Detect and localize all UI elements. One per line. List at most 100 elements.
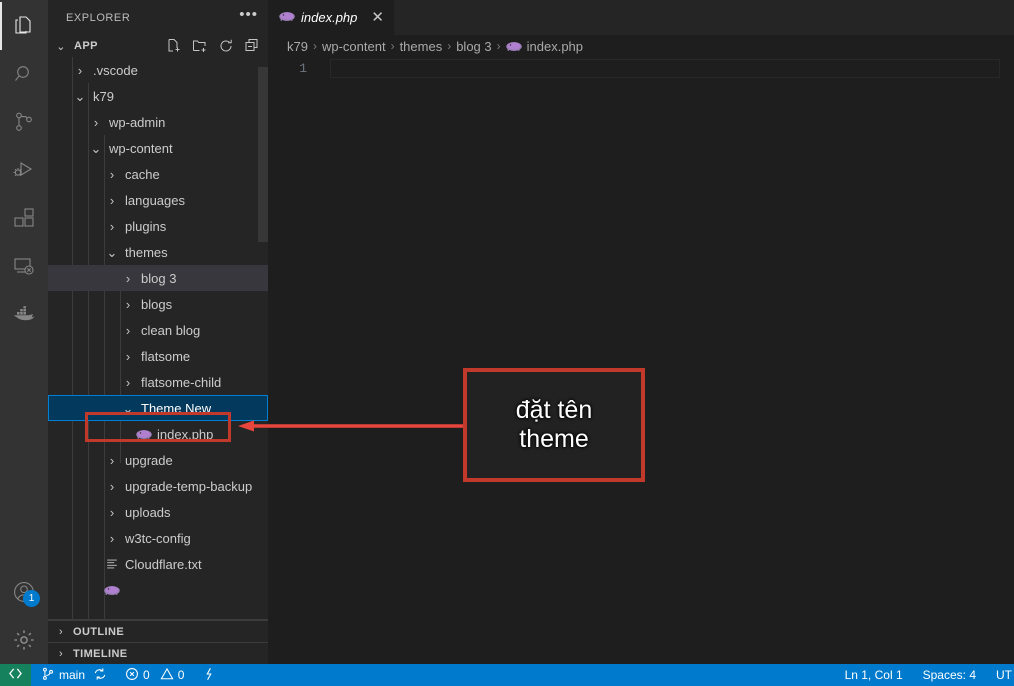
tree-row-cache[interactable]: › cache bbox=[48, 161, 268, 187]
file-tree[interactable]: › .vscode ⌄ k79 › wp-admin ⌄ wp-content › cache › l… bbox=[48, 57, 268, 619]
editor-tab-label: index.php bbox=[301, 10, 358, 25]
chevron-right-icon[interactable]: › bbox=[104, 454, 120, 467]
chevron-right-icon[interactable]: › bbox=[104, 220, 120, 233]
status-branch[interactable]: main bbox=[31, 664, 113, 686]
tree-row-label: uploads bbox=[125, 504, 171, 520]
panel-label-outline: OUTLINE bbox=[73, 625, 125, 638]
chevron-right-icon[interactable]: › bbox=[120, 324, 136, 337]
tree-row-upgrade-temp-backup[interactable]: › upgrade-temp-backup bbox=[48, 473, 268, 499]
chevron-right-icon[interactable]: › bbox=[120, 350, 136, 363]
tree-row-languages[interactable]: › languages bbox=[48, 187, 268, 213]
tree-row-wp-admin[interactable]: › wp-admin bbox=[48, 109, 268, 135]
status-indentation[interactable]: Spaces: 4 bbox=[917, 664, 990, 686]
refresh-icon[interactable] bbox=[218, 38, 234, 54]
tree-row-uploads[interactable]: › uploads bbox=[48, 499, 268, 525]
tree-row-label: upgrade-temp-backup bbox=[125, 478, 253, 494]
search-icon bbox=[12, 62, 36, 86]
tree-row-label: clean blog bbox=[141, 322, 201, 338]
activity-item-remote-explorer[interactable] bbox=[0, 242, 48, 290]
tree-row-clean-blog[interactable]: › clean blog bbox=[48, 317, 268, 343]
code-editor[interactable]: 1 bbox=[268, 57, 1014, 664]
chevron-right-icon[interactable]: › bbox=[120, 376, 136, 389]
chevron-right-icon[interactable]: › bbox=[104, 532, 120, 545]
status-problems[interactable]: 0 0 bbox=[113, 664, 190, 686]
run-debug-icon bbox=[12, 158, 36, 182]
activity-item-settings[interactable] bbox=[0, 616, 48, 664]
chevron-right-icon[interactable]: › bbox=[88, 116, 104, 129]
breadcrumb-separator: › bbox=[312, 39, 317, 53]
tree-row-upgrade[interactable]: › upgrade bbox=[48, 447, 268, 473]
tab-bar-filler bbox=[394, 0, 1014, 35]
chevron-right-icon[interactable]: › bbox=[104, 480, 120, 493]
tree-row-w3tc-config[interactable]: › w3tc-config bbox=[48, 525, 268, 551]
status-bar: main 0 0 Ln 1, Col 1 Spaces: 4 UT bbox=[0, 664, 1014, 686]
close-icon[interactable]: ✕ bbox=[371, 10, 384, 25]
tree-row-label: blogs bbox=[141, 296, 173, 312]
tree-row--vscode[interactable]: › .vscode bbox=[48, 57, 268, 83]
sidebar-title-bar: EXPLORER ••• bbox=[48, 0, 268, 35]
status-encoding[interactable]: UT bbox=[990, 664, 1014, 686]
gear-icon bbox=[11, 627, 37, 653]
line-number: 1 bbox=[299, 61, 307, 76]
status-ports[interactable] bbox=[190, 664, 222, 686]
sync-icon[interactable] bbox=[93, 667, 107, 684]
sidebar-more-actions-icon[interactable]: ••• bbox=[239, 7, 258, 26]
tree-row-wp-content[interactable]: ⌄ wp-content bbox=[48, 135, 268, 161]
explorer-section-header-app[interactable]: ⌄ APP bbox=[48, 35, 268, 57]
chevron-down-icon: ⌄ bbox=[56, 40, 66, 53]
chevron-right-icon[interactable]: › bbox=[120, 272, 136, 285]
activity-item-accounts[interactable]: 1 bbox=[0, 568, 48, 616]
tree-row-themes[interactable]: ⌄ themes bbox=[48, 239, 268, 265]
panel-label-timeline: TIMELINE bbox=[73, 647, 128, 660]
activity-item-search[interactable] bbox=[0, 50, 48, 98]
chevron-down-icon[interactable]: ⌄ bbox=[88, 142, 104, 155]
activity-item-extensions[interactable] bbox=[0, 194, 48, 242]
breadcrumb-item-1[interactable]: wp-content bbox=[322, 39, 386, 54]
activity-item-explorer[interactable] bbox=[0, 2, 48, 50]
chevron-right-icon[interactable]: › bbox=[104, 506, 120, 519]
tree-row-k79[interactable]: ⌄ k79 bbox=[48, 83, 268, 109]
collapse-all-icon[interactable] bbox=[244, 38, 260, 54]
current-line-highlight[interactable] bbox=[330, 59, 1000, 78]
new-folder-icon[interactable] bbox=[192, 38, 208, 54]
breadcrumb-item-3[interactable]: blog 3 bbox=[456, 39, 491, 54]
tree-row-clipped[interactable] bbox=[48, 577, 268, 603]
extensions-icon bbox=[12, 206, 36, 230]
tree-row-blog-3[interactable]: › blog 3 bbox=[48, 265, 268, 291]
status-remote-host[interactable] bbox=[0, 664, 31, 686]
tree-row-cloudflare-txt[interactable]: Cloudflare.txt bbox=[48, 551, 268, 577]
editor-tab-index-php[interactable]: index.php ✕ bbox=[268, 0, 395, 35]
breadcrumb-item-0[interactable]: k79 bbox=[287, 39, 308, 54]
activity-item-run-debug[interactable] bbox=[0, 146, 48, 194]
php-icon bbox=[279, 10, 295, 25]
tree-row-flatsome-child[interactable]: › flatsome-child bbox=[48, 369, 268, 395]
breadcrumb-item-2[interactable]: themes bbox=[400, 39, 443, 54]
chevron-right-icon[interactable]: › bbox=[120, 298, 136, 311]
activity-item-source-control[interactable] bbox=[0, 98, 48, 146]
tree-row-label: cache bbox=[125, 166, 160, 182]
breadcrumb-item-4[interactable]: index.php bbox=[527, 39, 583, 54]
annotation-arrow bbox=[238, 420, 464, 432]
chevron-right-icon[interactable]: › bbox=[72, 64, 88, 77]
tree-row-flatsome[interactable]: › flatsome bbox=[48, 343, 268, 369]
chevron-down-icon[interactable]: ⌄ bbox=[104, 246, 120, 259]
panel-header-timeline[interactable]: › TIMELINE bbox=[48, 642, 268, 664]
breadcrumb[interactable]: k79 › wp-content › themes › blog 3 › ind… bbox=[268, 35, 1014, 57]
explorer-root-label: APP bbox=[74, 40, 98, 52]
chevron-down-icon[interactable]: ⌄ bbox=[72, 90, 88, 103]
code-line: 1 bbox=[268, 59, 1014, 78]
chevron-right-icon[interactable]: › bbox=[104, 194, 120, 207]
panel-header-outline[interactable]: › OUTLINE bbox=[48, 620, 268, 642]
tree-row-plugins[interactable]: › plugins bbox=[48, 213, 268, 239]
sidebar: EXPLORER ••• ⌄ APP › .vscode ⌄ k79 › wp-… bbox=[48, 0, 268, 664]
chevron-right-icon[interactable]: › bbox=[104, 168, 120, 181]
tree-row-blogs[interactable]: › blogs bbox=[48, 291, 268, 317]
status-cursor-position[interactable]: Ln 1, Col 1 bbox=[839, 664, 917, 686]
tree-row-label: k79 bbox=[93, 88, 114, 104]
new-file-icon[interactable] bbox=[166, 38, 182, 54]
workbench: 1 EXPLORER ••• ⌄ APP › .vscode ⌄ k79 › w… bbox=[0, 0, 1014, 664]
annotation-highlight-rect bbox=[85, 412, 231, 442]
sidebar-scrollbar[interactable] bbox=[258, 67, 268, 242]
activity-item-docker[interactable] bbox=[0, 290, 48, 338]
editor-tab-bar: index.php ✕ bbox=[268, 0, 1014, 35]
